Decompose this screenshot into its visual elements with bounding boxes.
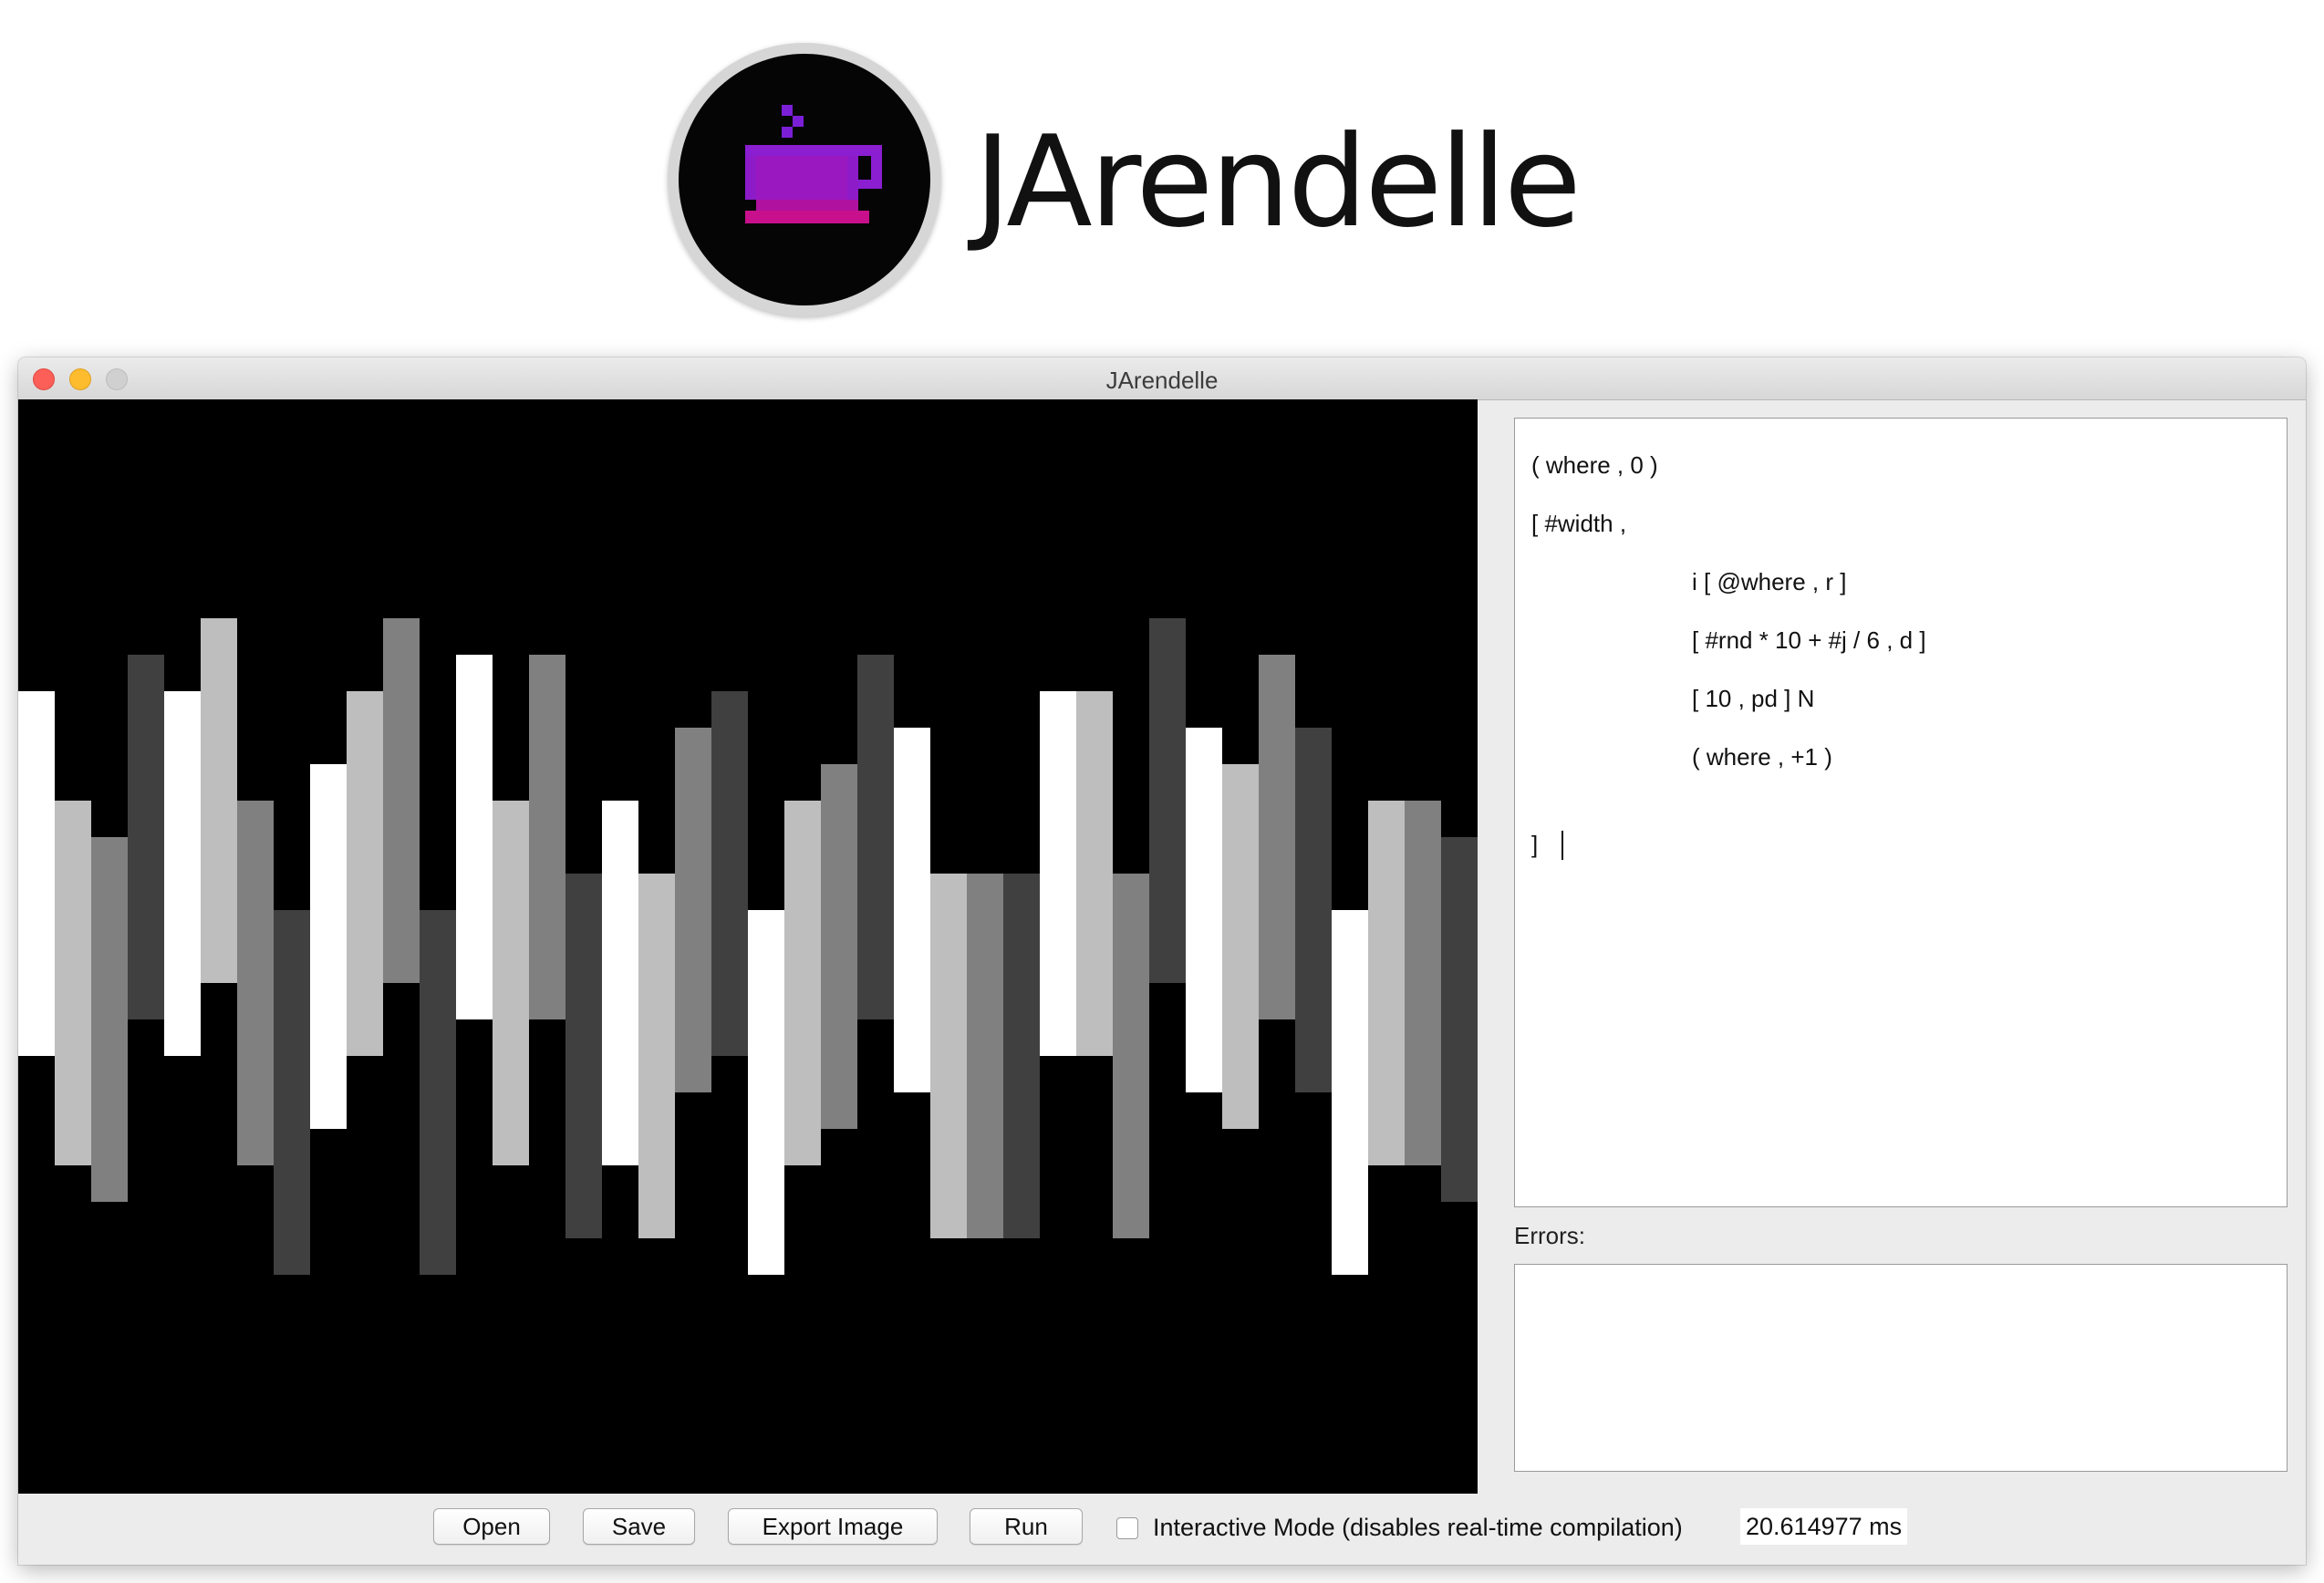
output-bar xyxy=(274,910,310,1275)
text-caret xyxy=(1561,831,1563,860)
output-bar xyxy=(164,691,201,1056)
output-bar xyxy=(711,691,748,1056)
code-line: ( where , 0 ) xyxy=(1531,451,1658,479)
output-bar xyxy=(565,874,602,1238)
output-bar xyxy=(55,801,91,1165)
code-line: [ #rnd * 10 + #j / 6 , d ] xyxy=(1692,626,1926,654)
output-bar xyxy=(1186,728,1222,1092)
output-bar xyxy=(1113,874,1149,1238)
output-drawing xyxy=(18,618,1478,1275)
output-bar xyxy=(1332,910,1368,1275)
output-bar xyxy=(894,728,930,1092)
app-logo xyxy=(668,43,941,316)
output-bar xyxy=(347,691,383,1056)
output-bar xyxy=(784,801,821,1165)
app-window: JArendelle ( where , 0 ) [ #width , i [ … xyxy=(18,357,2306,1565)
errors-output[interactable] xyxy=(1514,1264,2288,1472)
output-bar xyxy=(383,618,420,983)
output-bar xyxy=(1076,691,1113,1056)
output-bar xyxy=(91,837,128,1202)
code-line: [ #width , xyxy=(1531,510,1627,537)
output-bar xyxy=(1003,874,1040,1238)
compile-time-readout: 20.614977 ms xyxy=(1740,1508,1908,1545)
save-button[interactable]: Save xyxy=(583,1508,695,1545)
coffee-cup-icon xyxy=(745,105,882,223)
output-bar xyxy=(1149,618,1186,983)
output-bar xyxy=(1441,837,1478,1202)
title-bar[interactable]: JArendelle xyxy=(18,357,2306,400)
code-editor[interactable]: ( where , 0 ) [ #width , i [ @where , r … xyxy=(1514,418,2288,1207)
output-bar xyxy=(1040,691,1076,1056)
output-bar xyxy=(1222,764,1259,1129)
code-line: ] xyxy=(1531,831,1539,858)
output-bar xyxy=(493,801,529,1165)
output-bar xyxy=(1295,728,1332,1092)
export-image-button[interactable]: Export Image xyxy=(728,1508,938,1545)
output-bar xyxy=(638,874,675,1238)
output-bar xyxy=(201,618,237,983)
output-bar xyxy=(857,655,894,1019)
run-button[interactable]: Run xyxy=(970,1508,1083,1545)
interactive-mode-checkbox[interactable] xyxy=(1116,1517,1138,1539)
output-bar xyxy=(529,655,565,1019)
output-bar xyxy=(310,764,347,1129)
output-bar xyxy=(456,655,493,1019)
output-bar xyxy=(748,910,784,1275)
output-bar xyxy=(128,655,164,1019)
open-button[interactable]: Open xyxy=(433,1508,550,1545)
output-bar xyxy=(602,801,638,1165)
output-bar xyxy=(1259,655,1295,1019)
output-canvas xyxy=(18,399,1478,1494)
output-bar xyxy=(930,874,967,1238)
output-bar xyxy=(1368,801,1405,1165)
output-bar xyxy=(1405,801,1441,1165)
errors-label: Errors: xyxy=(1514,1222,1585,1249)
output-bar xyxy=(420,910,456,1275)
output-bar xyxy=(675,728,711,1092)
app-title: JArendelle xyxy=(974,109,1582,255)
window-title: JArendelle xyxy=(1105,367,1219,394)
code-line: [ 10 , pd ] N xyxy=(1692,685,1815,712)
output-bar xyxy=(237,801,274,1165)
interactive-mode-label[interactable]: Interactive Mode (disables real-time com… xyxy=(1153,1514,1683,1542)
output-bar xyxy=(18,691,55,1056)
code-line: i [ @where , r ] xyxy=(1692,568,1847,595)
output-bar xyxy=(967,874,1003,1238)
output-bar xyxy=(821,764,857,1129)
code-line: ( where , +1 ) xyxy=(1692,743,1832,771)
